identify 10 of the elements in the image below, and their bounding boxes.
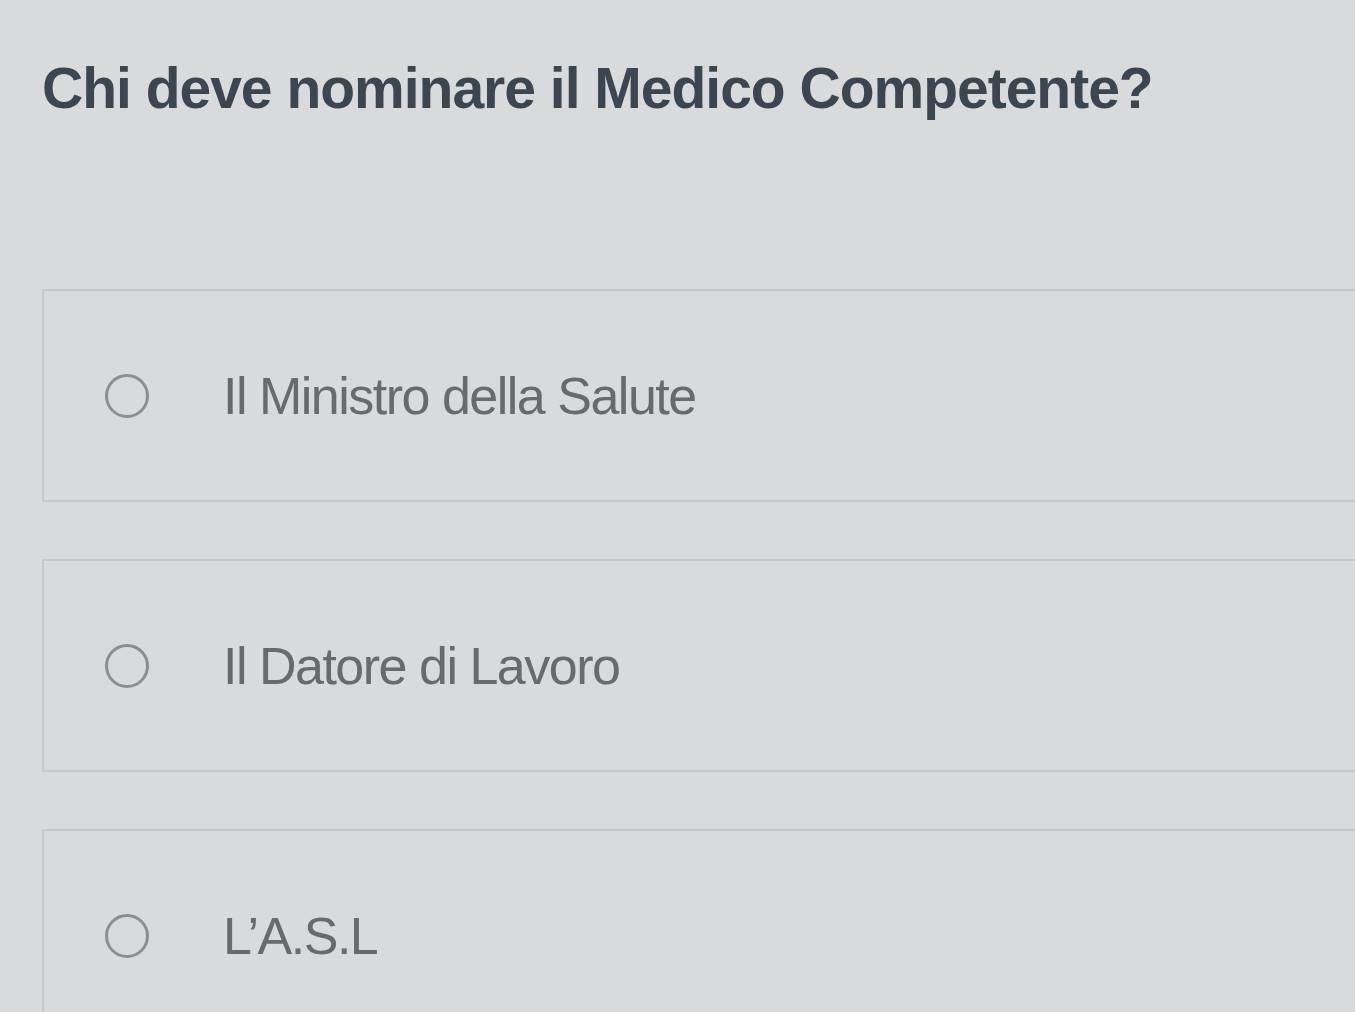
radio-button[interactable] bbox=[105, 643, 149, 688]
option-label: Il Datore di Lavoro bbox=[223, 635, 620, 697]
answer-option[interactable]: Il Ministro della Salute bbox=[42, 289, 1355, 502]
answer-option[interactable]: L’A.S.L bbox=[42, 829, 1355, 1012]
answer-option[interactable]: Il Datore di Lavoro bbox=[42, 559, 1355, 772]
question-title: Chi deve nominare il Medico Competente? bbox=[42, 55, 1154, 122]
radio-button[interactable] bbox=[105, 373, 149, 418]
option-label: Il Ministro della Salute bbox=[223, 365, 696, 427]
radio-button[interactable] bbox=[105, 913, 149, 958]
option-label: L’A.S.L bbox=[223, 905, 378, 967]
